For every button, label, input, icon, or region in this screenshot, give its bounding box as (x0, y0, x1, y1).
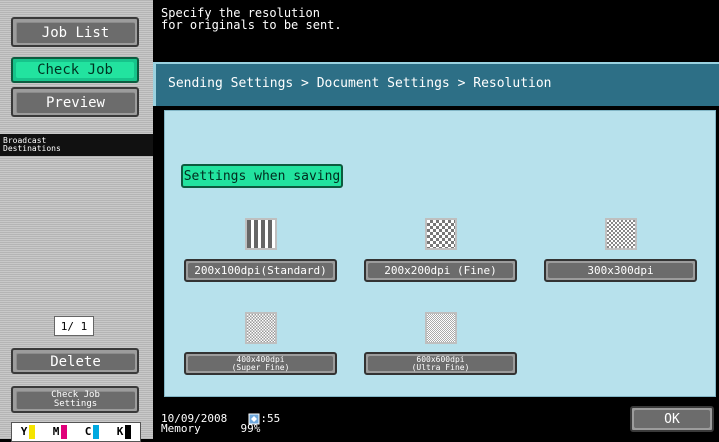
toner-black: K (117, 425, 132, 439)
broadcast-destinations-header: Broadcast Destinations (0, 134, 153, 156)
instruction-line2: for originals to be sent. (161, 18, 342, 32)
resolution-fine-icon (425, 218, 457, 250)
broadcast-label-line2: Destinations (3, 144, 61, 153)
memory-label: Memory (161, 422, 201, 435)
toner-levels: Y M C K (11, 422, 141, 442)
resolution-300-button[interactable]: 300x300dpi (544, 259, 697, 282)
breadcrumb-bar: Sending Settings > Document Settings > R… (153, 62, 719, 106)
breadcrumb: Sending Settings > Document Settings > R… (168, 76, 552, 91)
resolution-super-fine-icon (245, 312, 277, 344)
resolution-300-icon (605, 218, 637, 250)
toner-magenta-bar (61, 425, 68, 439)
resolution-ultra-fine-line2: (Ultra Fine) (411, 362, 470, 372)
page-indicator: 1/ 1 (54, 316, 94, 336)
resolution-standard-label: 200x100dpi(Standard) (188, 263, 333, 278)
resolution-ultra-fine-button[interactable]: 600x600dpi (Ultra Fine) (364, 352, 517, 375)
resolution-super-fine-label: 400x400dpi (Super Fine) (188, 355, 333, 372)
ok-label: OK (634, 410, 710, 428)
resolution-super-fine-line2: (Super Fine) (231, 362, 290, 372)
toner-cyan-bar (93, 425, 100, 439)
job-list-label: Job List (15, 21, 135, 43)
status-bar: 10/09/2008 15:55 Memory 99% (161, 413, 280, 435)
check-job-settings-label: Check Job Settings (15, 390, 135, 409)
check-job-settings-button[interactable]: Check Job Settings (11, 386, 139, 413)
job-list-button[interactable]: Job List (11, 17, 139, 47)
check-job-settings-line2: Settings (53, 399, 98, 409)
instruction-message: Specify the resolution for originals to b… (161, 7, 342, 31)
resolution-ultra-fine-icon (425, 312, 457, 344)
resolution-ultra-fine-label: 600x600dpi (Ultra Fine) (368, 355, 513, 372)
resolution-fine-label: 200x200dpi (Fine) (368, 263, 513, 278)
toner-black-bar (125, 425, 132, 439)
preview-label: Preview (15, 91, 135, 113)
resolution-standard-icon (245, 218, 277, 250)
check-job-label: Check Job (16, 62, 134, 78)
resolution-super-fine-button[interactable]: 400x400dpi (Super Fine) (184, 352, 337, 375)
left-panel: Job List Check Job Preview Broadcast Des… (0, 0, 153, 442)
preview-button[interactable]: Preview (11, 87, 139, 117)
ok-button[interactable]: OK (630, 406, 714, 432)
resolution-300-label: 300x300dpi (548, 263, 693, 278)
check-job-button[interactable]: Check Job (11, 57, 139, 83)
network-icon (248, 413, 260, 425)
delete-label: Delete (15, 352, 135, 370)
delete-button[interactable]: Delete (11, 348, 139, 374)
settings-when-saving-button[interactable]: Settings when saving (181, 164, 343, 188)
toner-yellow-bar (29, 425, 36, 439)
resolution-fine-button[interactable]: 200x200dpi (Fine) (364, 259, 517, 282)
toner-cyan: C (85, 425, 100, 439)
toner-yellow: Y (21, 425, 36, 439)
resolution-standard-button[interactable]: 200x100dpi(Standard) (184, 259, 337, 282)
broadcast-destinations-list[interactable] (0, 156, 153, 296)
toner-magenta: M (53, 425, 68, 439)
